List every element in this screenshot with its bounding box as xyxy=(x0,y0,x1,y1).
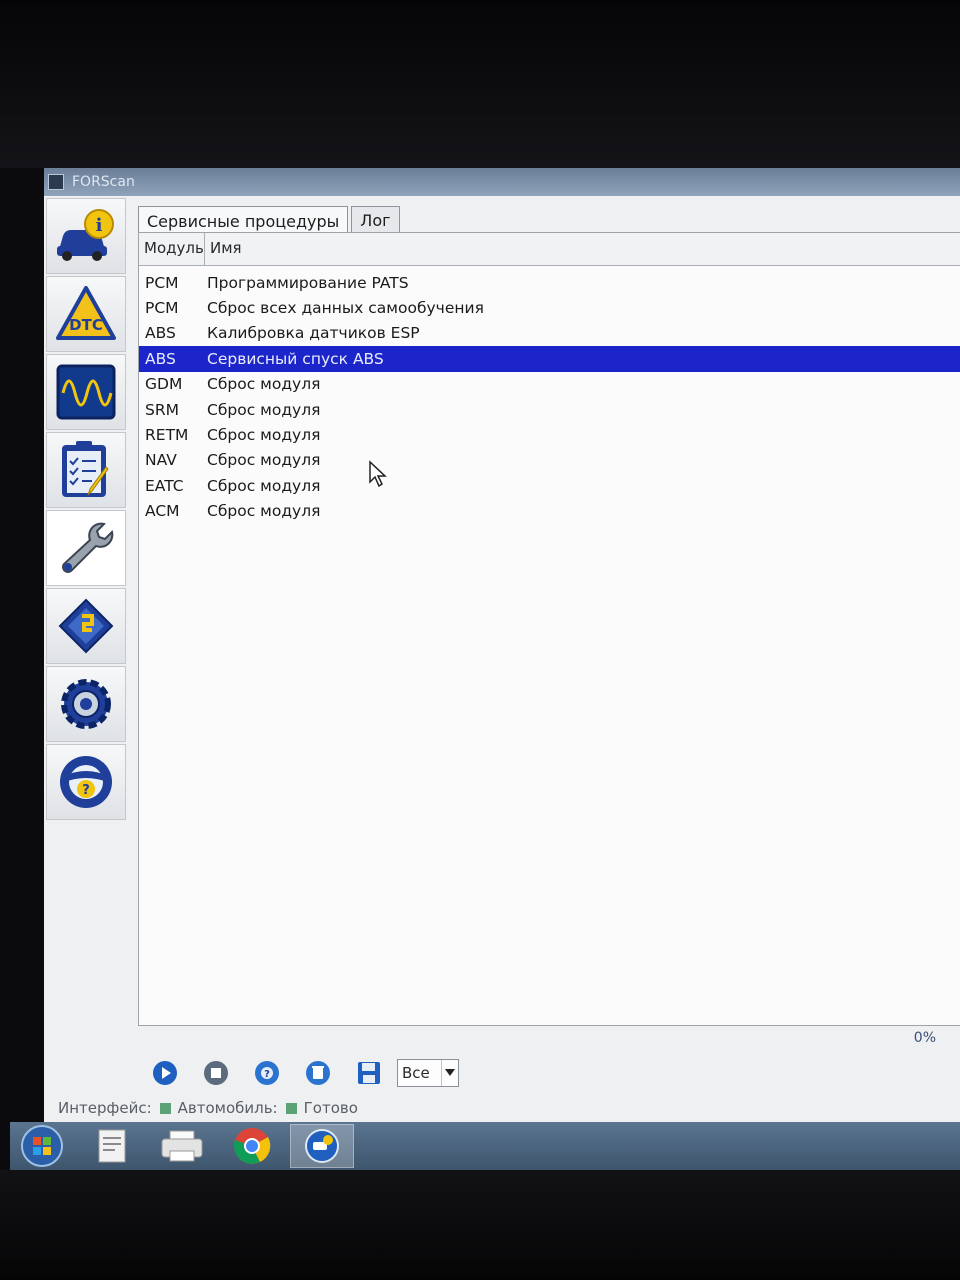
row-module: RETM xyxy=(145,426,189,445)
row-name: Сброс модуля xyxy=(207,426,321,445)
help-badge: ? xyxy=(82,783,90,798)
row-module: SRM xyxy=(145,400,179,419)
procedures-table: Модуль Имя PCM Программирование PATS PCM С… xyxy=(138,232,960,1026)
clear-icon xyxy=(306,1061,330,1085)
stop-button[interactable] xyxy=(199,1056,233,1090)
table-row[interactable]: PCM Программирование PATS xyxy=(139,270,960,295)
row-module: ABS xyxy=(145,324,176,343)
interface-label: Интерфейс: xyxy=(58,1099,152,1117)
taskbar-printer[interactable] xyxy=(150,1124,214,1168)
row-module: EATC xyxy=(145,476,184,495)
row-name: Сброс модуля xyxy=(207,476,321,495)
row-module: NAV xyxy=(145,451,177,470)
row-module: PCM xyxy=(145,299,179,318)
app-icon xyxy=(48,174,64,190)
sidebar-item-service[interactable] xyxy=(46,510,126,586)
sidebar: i DTC ? xyxy=(46,198,128,820)
printer-icon xyxy=(161,1130,203,1162)
row-name: Сброс модуля xyxy=(207,400,321,419)
filter-value: Все xyxy=(402,1064,430,1082)
checklist-icon xyxy=(62,441,109,497)
window-title: FORScan xyxy=(72,174,135,190)
dtc-icon: DTC xyxy=(56,286,116,340)
table-row[interactable]: ABS Калибровка датчиков ESP xyxy=(139,321,960,346)
start-button[interactable] xyxy=(10,1124,74,1168)
progress-text: 0% xyxy=(913,1030,936,1046)
svg-text:i: i xyxy=(96,215,103,236)
dtc-badge: DTC xyxy=(69,316,103,334)
ready-label: Готово xyxy=(303,1099,358,1117)
table-row[interactable]: NAV Сброс модуля xyxy=(139,448,960,473)
row-name: Сброс всех данных самообучения xyxy=(207,299,484,318)
mouse-cursor xyxy=(369,460,387,488)
sidebar-item-configuration[interactable] xyxy=(46,588,126,664)
sidebar-item-help[interactable]: ? xyxy=(46,744,126,820)
save-button[interactable] xyxy=(352,1056,386,1090)
monitor-bezel-bottom xyxy=(0,1170,960,1280)
forscan-icon xyxy=(305,1129,339,1163)
run-button[interactable] xyxy=(148,1056,182,1090)
row-name: Сброс модуля xyxy=(207,502,321,521)
vehicle-status-indicator xyxy=(285,1102,297,1114)
column-header-name[interactable]: Имя xyxy=(205,233,960,265)
row-module: GDM xyxy=(145,375,183,394)
help-button[interactable]: ? xyxy=(250,1056,284,1090)
chip-icon xyxy=(58,598,114,654)
table-row[interactable]: RETM Сброс модуля xyxy=(139,422,960,447)
row-name: Калибровка датчиков ESP xyxy=(207,324,420,343)
main-content: Сервисные процедуры Лог Модуль Имя PCM Пр… xyxy=(134,202,960,1102)
interface-status-indicator xyxy=(159,1102,171,1114)
gear-icon xyxy=(61,679,111,729)
sidebar-item-vehicle-info[interactable]: i xyxy=(46,198,126,274)
title-bar: FORScan xyxy=(44,168,960,196)
filter-select[interactable]: Все xyxy=(397,1059,459,1087)
save-icon xyxy=(358,1062,380,1084)
wrench-icon xyxy=(62,522,114,573)
row-module: ACM xyxy=(145,502,180,521)
column-header-module[interactable]: Модуль xyxy=(139,233,205,265)
sidebar-item-settings[interactable] xyxy=(46,666,126,742)
table-row[interactable]: SRM Сброс модуля xyxy=(139,397,960,422)
play-icon xyxy=(153,1061,177,1085)
monitor-bezel-top xyxy=(0,0,960,168)
start-icon xyxy=(21,1125,63,1167)
oscilloscope-icon xyxy=(56,364,116,420)
table-row[interactable]: PCM Сброс всех данных самообучения xyxy=(139,295,960,320)
row-name: Сброс модуля xyxy=(207,451,321,470)
forscan-window: FORScan i DTC ? Сервисные процедуры Лог … xyxy=(44,168,960,1170)
tab-service-procedures[interactable]: Сервисные процедуры xyxy=(138,206,349,235)
help-icon: ? xyxy=(255,1061,279,1085)
taskbar-document[interactable] xyxy=(80,1124,144,1168)
toolbar: ? Все xyxy=(148,1055,459,1091)
chevron-down-icon[interactable] xyxy=(441,1060,458,1086)
tab-log[interactable]: Лог xyxy=(351,206,400,233)
windows-taskbar xyxy=(10,1122,960,1170)
svg-text:?: ? xyxy=(264,1069,270,1080)
row-module: PCM xyxy=(145,273,179,292)
row-name: Сброс модуля xyxy=(207,375,321,394)
row-module: ABS xyxy=(145,349,176,368)
document-icon xyxy=(98,1129,126,1163)
sidebar-item-oscilloscope[interactable] xyxy=(46,354,126,430)
chrome-icon xyxy=(234,1128,271,1164)
table-header: Модуль Имя xyxy=(139,233,960,266)
taskbar-chrome[interactable] xyxy=(220,1124,284,1168)
row-name: Сервисный спуск ABS xyxy=(207,349,384,368)
clear-button[interactable] xyxy=(301,1056,335,1090)
sidebar-item-dtc[interactable]: DTC xyxy=(46,276,126,352)
row-name: Программирование PATS xyxy=(207,273,409,292)
vehicle-label: Автомобиль: xyxy=(177,1099,278,1117)
sidebar-item-checklist[interactable] xyxy=(46,432,126,508)
table-row[interactable]: ACM Сброс модуля xyxy=(139,499,960,524)
tab-bar: Сервисные процедуры Лог xyxy=(138,206,403,235)
car-info-icon: i xyxy=(57,209,114,261)
table-row-selected[interactable]: ABS Сервисный спуск ABS xyxy=(139,346,960,372)
stop-icon xyxy=(204,1061,228,1085)
status-bar: Интерфейс: Автомобиль: Готово xyxy=(44,1096,960,1120)
table-row[interactable]: EATC Сброс модуля xyxy=(139,473,960,498)
taskbar-forscan[interactable] xyxy=(290,1124,354,1168)
table-row[interactable]: GDM Сброс модуля xyxy=(139,372,960,397)
help-steering-icon: ? xyxy=(60,756,112,808)
table-body: PCM Программирование PATS PCM Сброс всех д… xyxy=(139,266,960,524)
